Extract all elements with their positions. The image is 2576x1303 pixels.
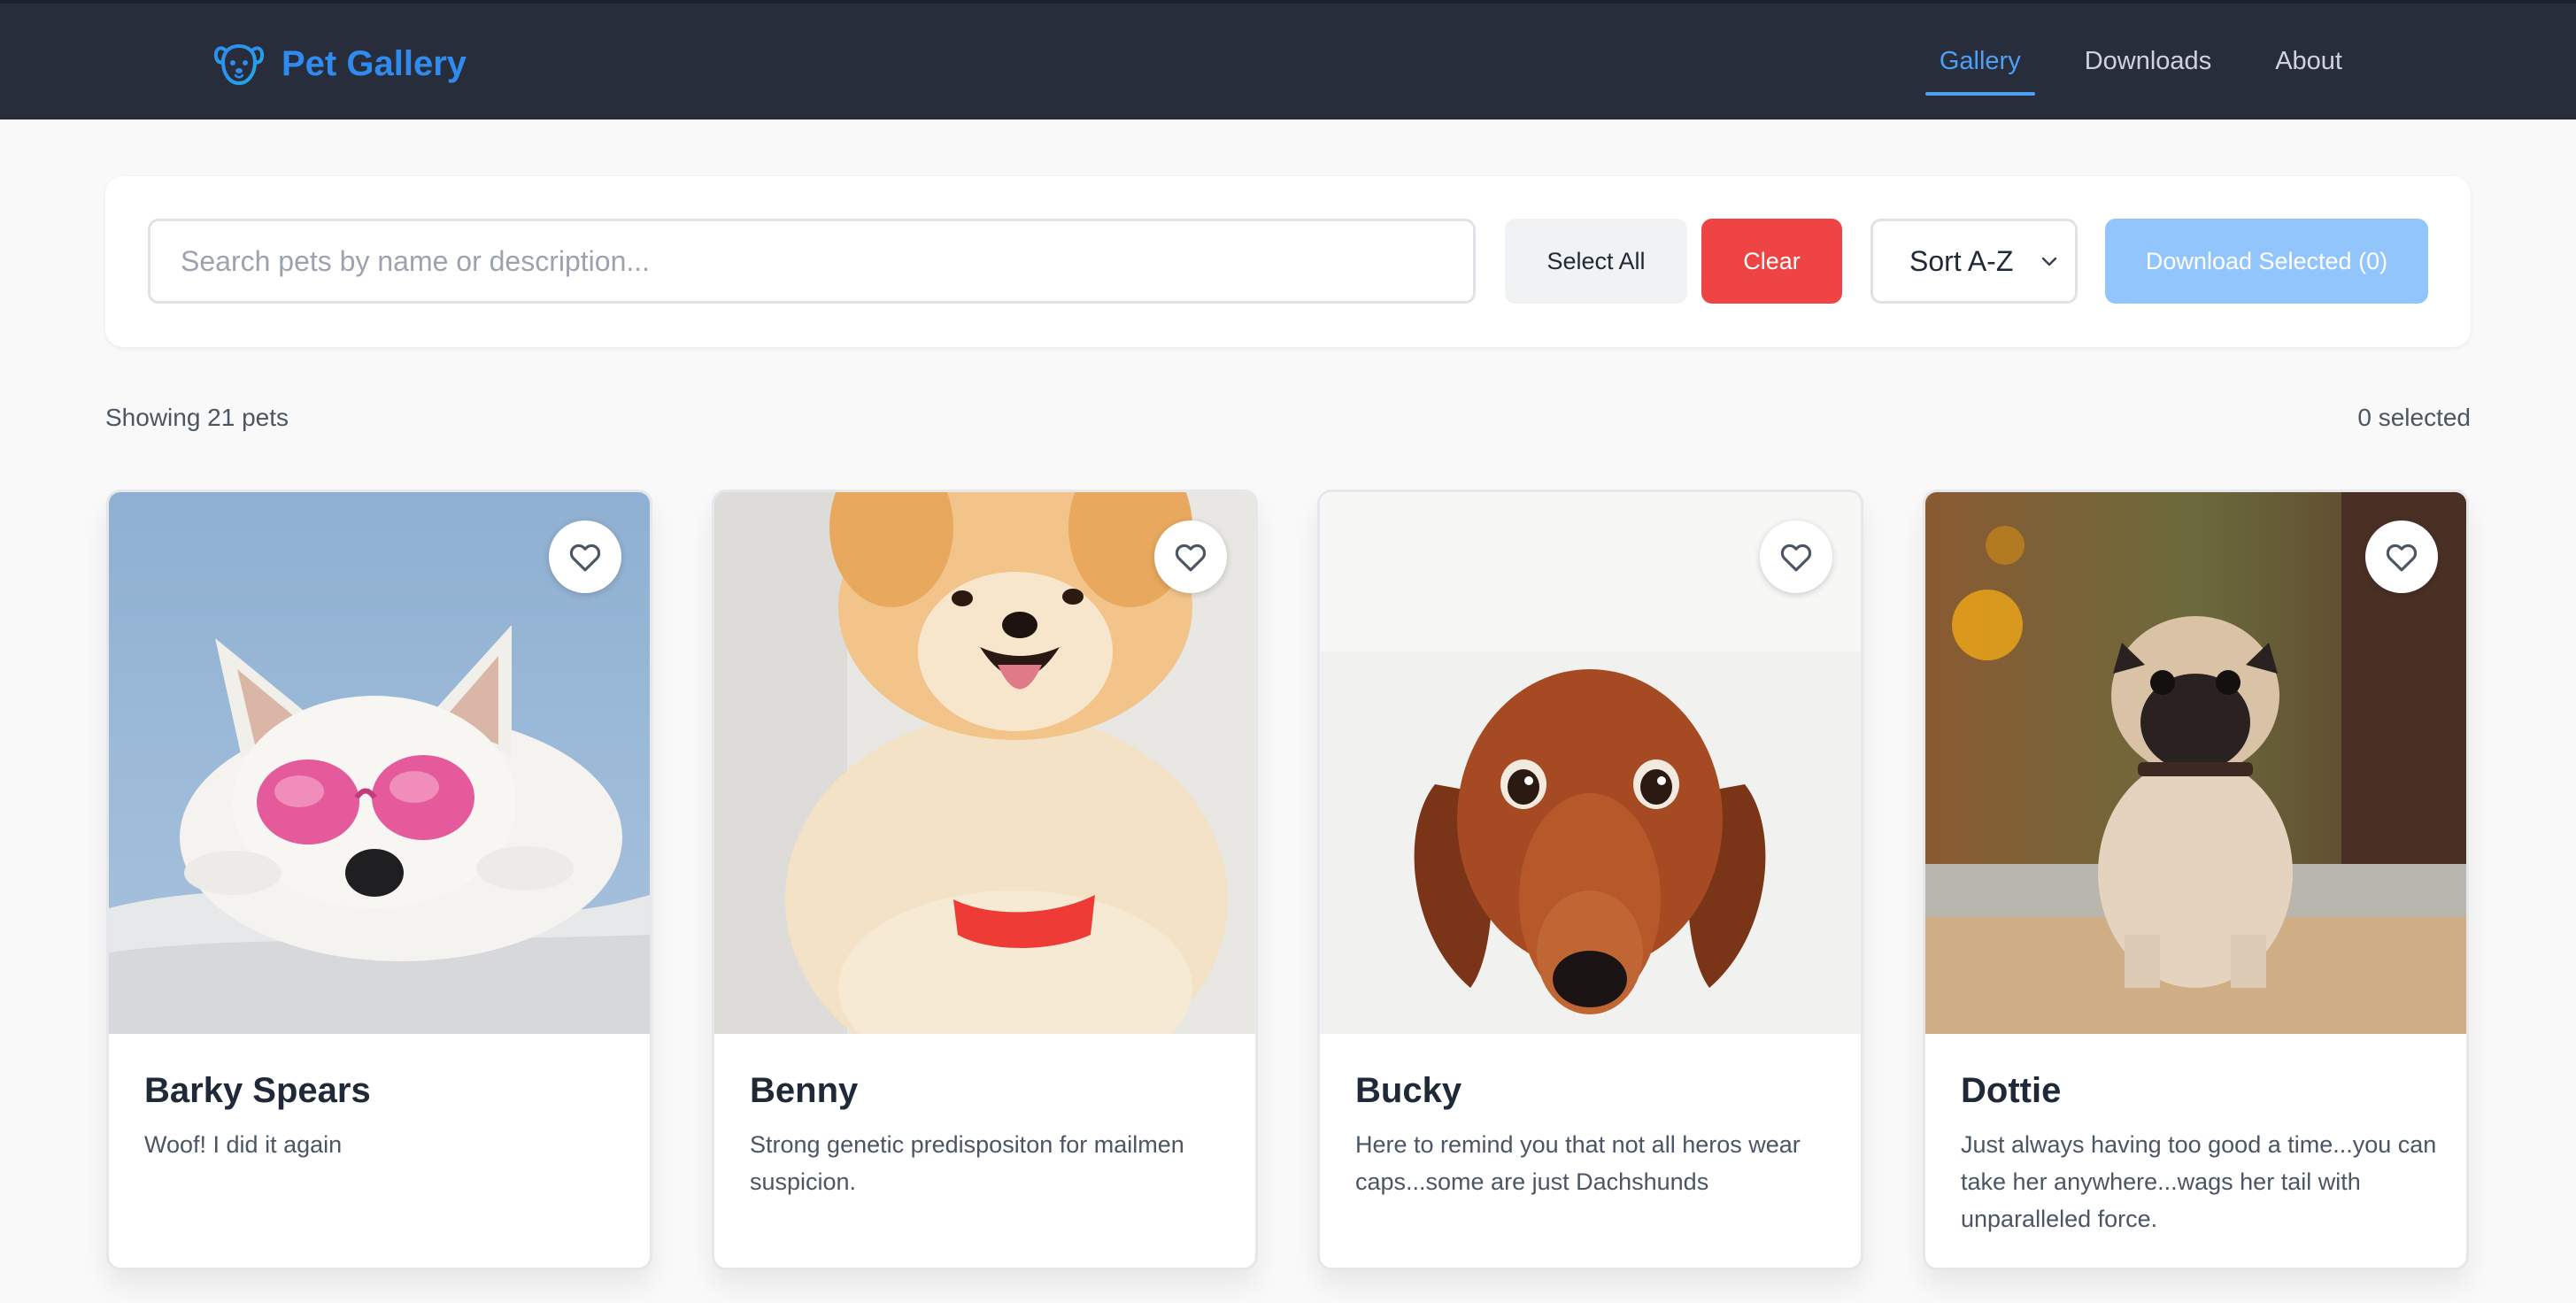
nav-gallery[interactable]: Gallery xyxy=(1911,27,2049,97)
dog-face-icon xyxy=(213,43,265,86)
pet-name: Benny xyxy=(750,1071,859,1110)
results-count: Showing 21 pets xyxy=(105,404,289,431)
pet-description: Here to remind you that not all heros we… xyxy=(1355,1131,1801,1195)
sort-select[interactable]: Sort A-Z xyxy=(1870,219,2078,304)
clear-button[interactable]: Clear xyxy=(1701,219,1842,304)
pet-name: Barky Spears xyxy=(144,1071,371,1110)
download-selected-button[interactable]: Download Selected (0) xyxy=(2105,219,2428,304)
pet-card[interactable]: Bucky Here to remind you that not all he… xyxy=(1317,490,1863,1270)
pet-description: Just always having too good a time...you… xyxy=(1961,1131,2437,1232)
selected-count: 0 selected xyxy=(2357,404,2471,431)
pet-description: Woof! I did it again xyxy=(144,1131,343,1158)
nav-about[interactable]: About xyxy=(2247,27,2371,97)
brand[interactable]: Pet Gallery xyxy=(212,37,467,90)
gallery-toolbar: Select All Clear Sort A-Z Download Selec… xyxy=(105,176,2471,347)
favorite-button[interactable] xyxy=(2365,520,2438,593)
pet-card[interactable]: Barky Spears Woof! I did it again xyxy=(106,490,652,1270)
sort-select-value: Sort A-Z xyxy=(1909,244,2014,277)
heart-outline-icon xyxy=(569,544,601,572)
pet-name: Dottie xyxy=(1961,1071,2062,1110)
heart-outline-icon xyxy=(1780,544,1812,572)
heart-outline-icon xyxy=(2386,544,2418,572)
search-input[interactable] xyxy=(148,219,1476,304)
main-nav: Gallery Downloads About xyxy=(1911,4,2371,120)
select-all-button[interactable]: Select All xyxy=(1505,219,1687,304)
chevron-down-icon xyxy=(2041,257,2057,266)
brand-name: Pet Gallery xyxy=(282,43,467,83)
pet-name: Bucky xyxy=(1355,1071,1462,1110)
heart-outline-icon xyxy=(1175,544,1207,572)
pet-card[interactable]: Benny Strong genetic predispositon for m… xyxy=(712,490,1258,1270)
nav-downloads[interactable]: Downloads xyxy=(2056,27,2240,97)
pet-card[interactable]: Dottie Just always having too good a tim… xyxy=(1923,490,2469,1270)
favorite-button[interactable] xyxy=(1760,520,1832,593)
favorite-button[interactable] xyxy=(1154,520,1227,593)
top-navbar: Pet Gallery Gallery Downloads About xyxy=(0,0,2576,120)
favorite-button[interactable] xyxy=(549,520,621,593)
pet-description: Strong genetic predispositon for mailmen… xyxy=(750,1131,1184,1195)
